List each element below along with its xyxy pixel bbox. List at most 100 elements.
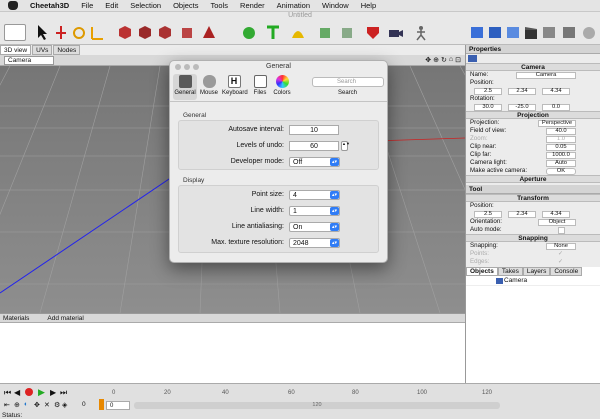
extrude-tool-icon[interactable] [180,24,194,41]
rotation-z[interactable]: 0.0 [542,104,570,111]
make-active-button[interactable]: OK [546,168,576,175]
menu-window[interactable]: Window [316,1,355,10]
rotation-y[interactable]: -25.0 [508,104,536,111]
projection-field[interactable]: Perspective [538,120,576,127]
render-icon[interactable] [470,24,484,41]
record-icon[interactable] [25,388,33,396]
fast-forward-icon[interactable]: ⏭ [60,388,67,398]
pane-mouse[interactable]: Mouse [197,74,221,100]
undo-stepper[interactable]: ▲▼ [341,141,350,151]
film-clapper-icon[interactable] [524,24,538,41]
name-field[interactable]: Camera [516,72,576,79]
mesh-tool-icon[interactable] [202,24,216,41]
camera-light-field[interactable]: Auto [546,160,576,167]
playhead[interactable] [99,399,104,410]
line-width-popup[interactable]: 1 ▴▾ [289,206,340,216]
preferences-icon[interactable] [562,24,576,41]
points-check-icon[interactable]: ✓ [558,250,563,258]
sphere-icon[interactable] [242,24,256,41]
tab-takes[interactable]: Takes [497,267,523,276]
snapping-field[interactable]: None [546,243,576,250]
menu-tools[interactable]: Tools [205,1,235,10]
key-delete-icon[interactable]: ✕ [44,401,50,409]
zoom-window-icon[interactable] [193,64,199,70]
close-window-icon[interactable] [175,64,181,70]
clip-far-field[interactable]: 1000.0 [546,152,576,159]
autosave-field[interactable]: 10 [289,125,339,135]
menu-selection[interactable]: Selection [124,1,167,10]
developer-popup[interactable]: Off ▴▾ [289,157,340,167]
rewind-icon[interactable]: ⏮ [4,388,11,398]
position-x[interactable]: 2.5 [474,88,502,95]
play-icon[interactable]: ▶ [38,387,45,398]
search-input[interactable]: Search [312,77,384,87]
tool-position-x[interactable]: 2.5 [474,211,502,218]
frame-field[interactable]: 0 [106,401,130,410]
undo-field[interactable]: 60 [289,141,339,151]
timeline-scrollbar[interactable]: 120 [134,402,500,409]
box-tool-icon[interactable] [138,24,152,41]
automode-checkbox[interactable] [558,227,565,234]
info-icon[interactable] [582,24,596,41]
fov-field[interactable]: 40.0 [546,128,576,135]
antialias-popup[interactable]: On ▴▾ [289,222,340,232]
key-settings-icon[interactable]: ⚙ [54,401,60,409]
tab-console[interactable]: Console [550,267,583,276]
render-settings-icon[interactable] [542,24,556,41]
add-material-button[interactable]: Add material [47,314,84,322]
minimize-window-icon[interactable] [184,64,190,70]
edges-check-icon[interactable]: ✓ [558,258,563,266]
key-curve-icon[interactable]: ◐ [24,401,28,408]
menu-help[interactable]: Help [355,1,382,10]
batch-render-icon[interactable] [506,24,520,41]
key-extra-icon[interactable]: ◈ [62,401,67,409]
tool-position-z[interactable]: 4.34 [542,211,570,218]
clip-near-field[interactable]: 0.05 [546,144,576,151]
zoom-view-icon[interactable]: ⊕ [433,56,439,65]
rotation-x[interactable]: 30.0 [474,104,502,111]
tab-uvs[interactable]: UVs [32,45,53,55]
orientation-field[interactable]: Object [538,219,576,226]
apple-menu-icon[interactable] [8,1,18,10]
point-size-popup[interactable]: 4 ▴▾ [289,190,340,200]
spline-tool-icon[interactable] [290,24,306,41]
key-move-icon[interactable]: ✥ [34,401,40,409]
texture-res-popup[interactable]: 2048 ▴▾ [289,238,340,248]
tool-position-y[interactable]: 2.34 [508,211,536,218]
tab-layers[interactable]: Layers [522,267,551,276]
bevel-tool-icon[interactable] [158,24,172,41]
layout-select-icon[interactable] [4,24,26,41]
camera-object-icon[interactable] [388,24,404,41]
menu-edit[interactable]: Edit [99,1,124,10]
move-view-icon[interactable]: ✥ [425,56,431,65]
step-forward-icon[interactable]: ▶ [50,388,56,397]
key-tool-icon[interactable]: ⇤ [4,401,10,409]
grid-cube-icon[interactable] [340,24,354,41]
position-y[interactable]: 2.34 [508,88,536,95]
camera-select[interactable]: Camera [4,56,54,65]
menu-file[interactable]: File [75,1,99,10]
menu-objects[interactable]: Objects [167,1,204,10]
tab-objects[interactable]: Objects [466,267,498,276]
cube-tool-icon[interactable] [118,24,132,41]
move-tool-icon[interactable] [54,24,68,41]
menu-animation[interactable]: Animation [271,1,316,10]
menu-render[interactable]: Render [234,1,271,10]
light-cube-icon[interactable] [318,24,332,41]
key-add-icon[interactable]: ⊕ [14,401,20,409]
tab-3d-view[interactable]: 3D view [0,45,32,55]
joint-tool-icon[interactable] [414,24,428,41]
text-tool-icon[interactable] [266,24,280,41]
list-item[interactable]: Camera [466,276,600,286]
position-z[interactable]: 4.34 [542,88,570,95]
home-view-icon[interactable]: ⌂ [449,56,453,65]
pane-files[interactable]: Files [248,74,272,100]
zoom-field[interactable]: 1.0 [546,136,576,143]
select-arrow-icon[interactable] [36,24,48,41]
menu-app[interactable]: Cheetah3D [24,1,75,10]
pane-colors[interactable]: Colors [270,74,294,100]
scale-tool-icon[interactable] [90,24,104,41]
render-window-icon[interactable] [488,24,502,41]
fit-view-icon[interactable]: ⊡ [455,56,461,65]
pane-general[interactable]: General [173,74,197,100]
